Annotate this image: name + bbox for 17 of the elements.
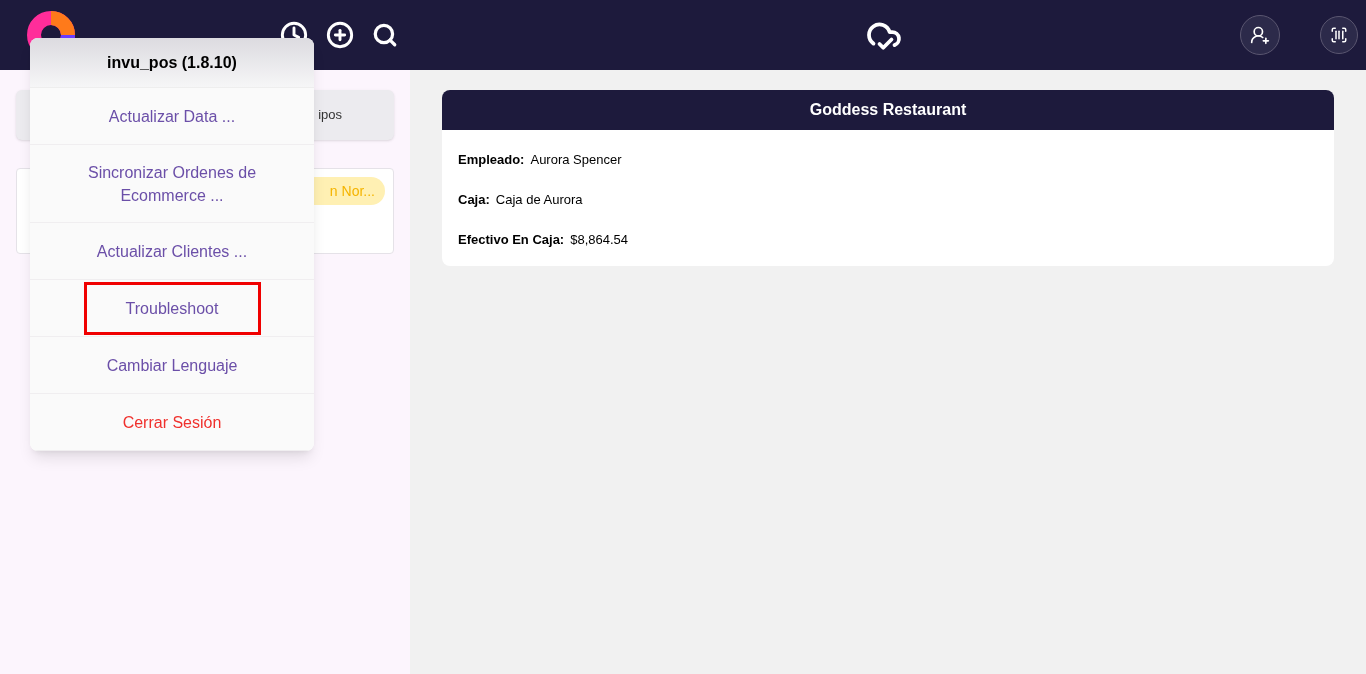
barcode-button[interactable] [1320, 16, 1358, 54]
menu-item[interactable]: Cerrar Sesión [114, 410, 230, 434]
tab-label[interactable]: ipos [318, 105, 342, 125]
field-value: $8,864.54 [570, 231, 629, 250]
add-icon[interactable] [326, 21, 354, 49]
field-label: Efectivo En Caja: [458, 231, 565, 250]
field-value: Caja de Aurora [495, 191, 583, 210]
search-icon[interactable] [372, 22, 398, 48]
user-icon [1250, 25, 1270, 45]
menu-item[interactable]: Troubleshoot [83, 281, 261, 335]
field-label: Caja: [458, 191, 490, 210]
barcode-icon [1330, 26, 1348, 44]
field-label: Empleado: [458, 151, 525, 170]
user-switch-button[interactable] [1240, 15, 1280, 55]
menu-title: invu_pos (1.8.10) [107, 52, 237, 73]
restaurant-name: Goddess Restaurant [809, 100, 967, 120]
field-value: Aurora Spencer [530, 151, 622, 170]
